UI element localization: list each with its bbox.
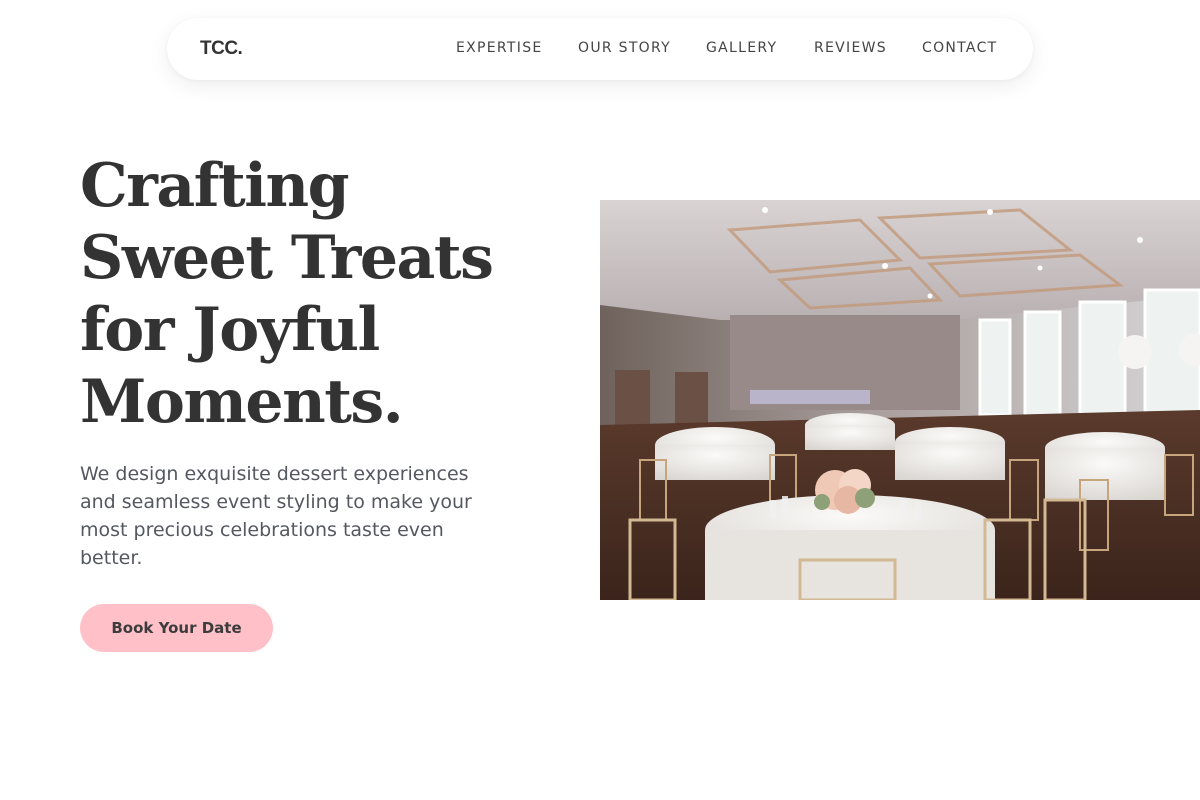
- hero-title: Crafting Sweet Treats for Joyful Moments…: [80, 150, 560, 438]
- brand-logo[interactable]: TCC.: [200, 38, 243, 60]
- nav-link-reviews[interactable]: REVIEWS: [814, 40, 887, 56]
- book-your-date-button[interactable]: Book Your Date: [80, 604, 273, 652]
- hero-title-line: for Joyful: [80, 295, 380, 365]
- nav-link-our-story[interactable]: OUR STORY: [578, 40, 671, 56]
- hero-title-line: Crafting: [80, 151, 350, 221]
- navbar: TCC. EXPERTISE OUR STORY GALLERY REVIEWS…: [167, 18, 1033, 80]
- hero-title-line: Moments.: [80, 367, 404, 437]
- hero-banquet-hall-image: [600, 200, 1200, 600]
- hero-description: We design exquisite dessert experiences …: [80, 463, 472, 569]
- hero-title-line: Sweet Treats: [80, 223, 494, 293]
- nav-link-expertise[interactable]: EXPERTISE: [456, 40, 543, 56]
- nav-link-contact[interactable]: CONTACT: [922, 40, 998, 56]
- nav-link-gallery[interactable]: GALLERY: [706, 40, 777, 56]
